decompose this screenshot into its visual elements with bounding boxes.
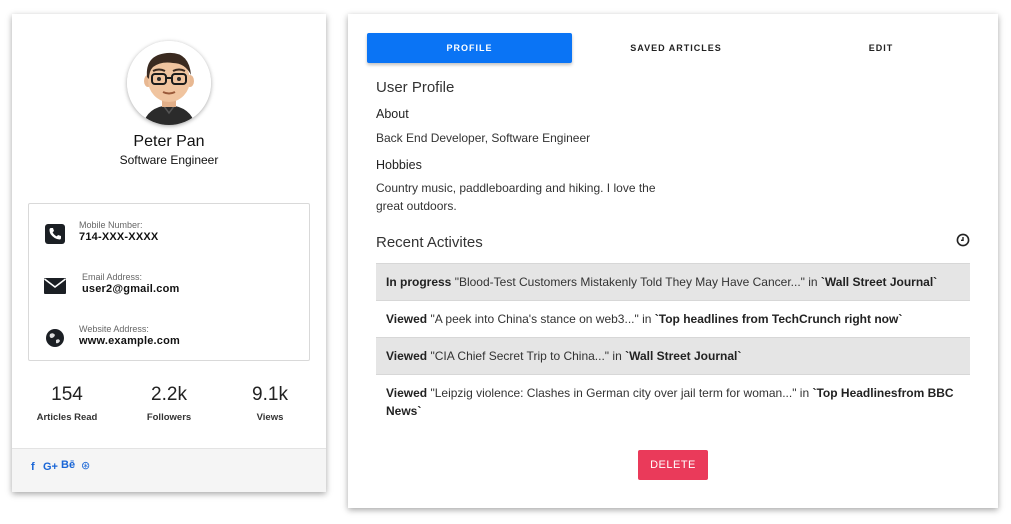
- activity-item[interactable]: In progress "Blood-Test Customers Mistak…: [376, 263, 970, 301]
- profile-role: Software Engineer: [119, 153, 219, 167]
- google-plus-icon[interactable]: G+: [43, 461, 58, 473]
- activity-status: Viewed: [386, 349, 428, 363]
- contact-info-box: Mobile Number: 714-XXX-XXXX Email Addres…: [28, 203, 310, 361]
- phone-icon: [45, 224, 65, 244]
- activity-text: "CIA Chief Secret Trip to China..." in: [427, 349, 626, 363]
- about-text: Back End Developer, Software Engineer: [376, 131, 591, 145]
- tab-saved-articles[interactable]: SAVED ARTICLES: [572, 33, 780, 63]
- contact-label-website: Website Address:: [79, 324, 149, 334]
- behance-icon[interactable]: Bē: [61, 459, 75, 471]
- contact-row-mobile: Mobile Number: 714-XXX-XXXX: [29, 220, 309, 254]
- profile-stats: 154 Articles Read 2.2k Followers 9.1k Vi…: [12, 384, 326, 428]
- stat-value: 154: [51, 384, 83, 405]
- contact-value-website: www.example.com: [79, 335, 181, 347]
- social-links-bar: f G+ Bē ⊛: [12, 448, 326, 492]
- activity-text: "A peek into China's stance on web3..." …: [427, 312, 655, 326]
- about-heading: About: [376, 107, 409, 121]
- stat-value: 9.1k: [252, 384, 288, 405]
- profile-details-panel: PROFILE SAVED ARTICLES EDIT User Profile…: [348, 14, 998, 508]
- stat-label: Followers: [146, 412, 192, 423]
- contact-row-website: Website Address: www.example.com: [29, 324, 309, 358]
- contact-label-email: Email Address:: [82, 272, 143, 282]
- contact-label-mobile: Mobile Number:: [79, 220, 143, 230]
- activity-source: `Top headlines from TechCrunch right now…: [654, 312, 903, 326]
- activity-status: Viewed: [386, 386, 428, 400]
- activity-text: "Blood-Test Customers Mistakenly Told Th…: [451, 275, 821, 289]
- contact-value-mobile: 714-XXX-XXXX: [79, 231, 159, 243]
- recent-activities-heading: Recent Activites: [376, 234, 483, 251]
- activity-item[interactable]: Viewed "A peek into China's stance on we…: [376, 301, 970, 337]
- profile-name: Peter Pan: [133, 133, 205, 150]
- profile-card: Peter Pan Software Engineer Mobile Numbe…: [12, 14, 326, 492]
- mail-icon: [44, 278, 66, 294]
- activity-source: `Wall Street Journal`: [625, 349, 742, 363]
- dribbble-icon[interactable]: ⊛: [81, 459, 90, 472]
- globe-icon: [46, 329, 64, 347]
- user-profile-heading: User Profile: [376, 79, 455, 96]
- activity-status: Viewed: [386, 312, 428, 326]
- contact-row-email: Email Address: user2@gmail.com: [29, 272, 309, 306]
- stat-views: 9.1k Views: [220, 384, 320, 423]
- activity-status: In progress: [386, 275, 452, 289]
- facebook-icon[interactable]: f: [31, 461, 35, 473]
- stat-label: Views: [256, 412, 284, 423]
- delete-button[interactable]: DELETE: [638, 450, 708, 480]
- hobbies-text: Country music, paddleboarding and hiking…: [376, 181, 656, 213]
- activity-text: "Leipzig violence: Clashes in German cit…: [427, 386, 813, 400]
- activity-item[interactable]: Viewed "CIA Chief Secret Trip to China..…: [376, 337, 970, 375]
- stat-label: Articles Read: [36, 412, 98, 423]
- activity-source: `Wall Street Journal`: [820, 275, 938, 289]
- stat-followers: 2.2k Followers: [119, 384, 219, 423]
- tab-edit[interactable]: EDIT: [780, 33, 982, 63]
- hobbies-heading: Hobbies: [376, 158, 422, 172]
- activity-item[interactable]: Viewed "Leipzig violence: Clashes in Ger…: [376, 375, 970, 423]
- avatar-illustration: [127, 41, 211, 125]
- contact-value-email: user2@gmail.com: [82, 283, 180, 295]
- stat-articles-read: 154 Articles Read: [17, 384, 117, 423]
- tab-profile[interactable]: PROFILE: [367, 33, 572, 63]
- stat-value: 2.2k: [151, 384, 187, 405]
- avatar: [127, 41, 211, 125]
- clock-icon[interactable]: [956, 233, 970, 247]
